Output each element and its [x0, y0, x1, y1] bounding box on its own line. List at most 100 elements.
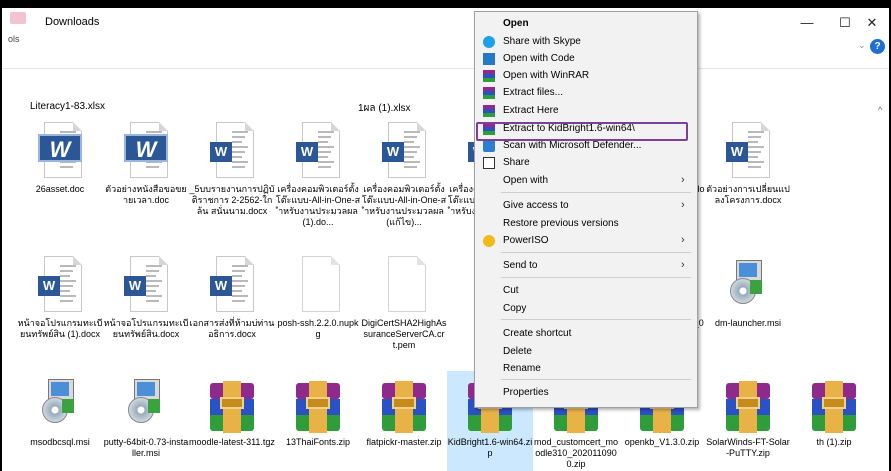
file-view: Literacy1-83.xlsx 1ผล (1).xlsx ^ W 26asse… — [2, 69, 889, 471]
title-bar: Downloads ols — ☐ ✕ — [2, 8, 889, 44]
file-tile[interactable]: W หน้าจอโปรแกรมทะเบียนทรัพย์สิน (1).docx — [17, 252, 103, 370]
menu-item-give-access-to[interactable]: Give access to › — [475, 197, 697, 215]
menu-item-label: Properties — [503, 387, 549, 398]
menu-item-send-to[interactable]: Send to › — [475, 257, 697, 275]
minimize-button[interactable]: — — [788, 10, 826, 36]
file-tile[interactable]: W _5บบรายงานการปฏิบัติราชการ 2-2562-ใกล้น… — [189, 118, 275, 236]
winrar-icon — [483, 87, 495, 99]
menu-item-label: Restore previous versions — [503, 218, 619, 229]
file-label: th (1).zip — [816, 437, 852, 447]
file-tile[interactable]: msodbcsql.msi — [17, 371, 103, 471]
word-docx-icon: W — [210, 122, 254, 178]
menu-item-open-with-code[interactable]: Open with Code — [475, 50, 697, 68]
menu-item-open[interactable]: Open — [475, 15, 697, 33]
file-tile[interactable]: posh-ssh.2.2.0.nupkg — [275, 252, 361, 370]
file-tile[interactable]: 13ThaiFonts.zip — [275, 371, 361, 471]
menu-item-extract-here[interactable]: Extract Here — [475, 102, 697, 120]
file-tile[interactable]: W ตัวอย่างการเปลี่ยนแปลงโครงการ.docx — [705, 118, 791, 236]
scroll-up-arrow-icon[interactable]: ^ — [878, 105, 882, 115]
file-label: mod_customcert_moodle310_2020110900.zip — [533, 437, 619, 469]
file-label: openkb_V1.3.0.zip — [624, 437, 700, 447]
menu-item-cut[interactable]: Cut — [475, 282, 697, 300]
winrar-archive-icon — [296, 375, 340, 433]
menu-item-label: Open — [503, 18, 529, 29]
menu-item-label: Open with — [503, 175, 549, 186]
menu-item-label: Share — [503, 157, 530, 168]
menu-item-open-with-winrar[interactable]: Open with WinRAR — [475, 67, 697, 85]
ribbon-expand-icon[interactable]: ⌄ — [858, 40, 866, 51]
ribbon-tab-tools[interactable]: ols — [8, 34, 20, 44]
skype-icon — [483, 36, 495, 48]
defender-icon — [483, 140, 495, 152]
menu-item-share[interactable]: Share — [475, 154, 697, 172]
context-menu: Open Share with Skype Open with Code Open w… — [474, 11, 698, 408]
menu-item-extract-files[interactable]: Extract files... — [475, 84, 697, 102]
menu-separator — [501, 379, 691, 380]
file-tile[interactable]: putty-64bit-0.73-installer.msi — [103, 371, 189, 471]
menu-separator — [501, 252, 691, 253]
menu-item-label: Scan with Microsoft Defender... — [503, 140, 642, 151]
menu-item-label: Share with Skype — [503, 36, 581, 47]
file-tile[interactable]: dm-launcher.msi — [705, 252, 791, 370]
file-tile[interactable]: flatpickr-master.zip — [361, 371, 447, 471]
menu-item-properties[interactable]: Properties — [475, 384, 697, 402]
file-label: หน้าจอโปรแกรมทะเบียนทรัพย์สิน.docx — [103, 318, 189, 339]
msi-installer-icon — [726, 256, 770, 312]
msi-installer-icon — [124, 375, 168, 431]
word-docx-icon: W — [726, 122, 770, 178]
file-label: dm-launcher.msi — [714, 318, 782, 328]
file-label[interactable]: 1ผล (1).xlsx — [358, 101, 411, 116]
close-button[interactable]: ✕ — [853, 10, 889, 36]
file-tile[interactable]: DigiCertSHA2HighAssuranceServerCA.crt.pe… — [361, 252, 447, 370]
blank-file-icon — [382, 256, 426, 312]
menu-item-label: Open with Code — [503, 53, 575, 64]
file-label: หน้าจอโปรแกรมทะเบียนทรัพย์สิน (1).docx — [17, 318, 103, 339]
menu-item-poweriso[interactable]: PowerISO › — [475, 232, 697, 250]
winrar-icon — [483, 70, 495, 82]
file-label: posh-ssh.2.2.0.nupkg — [277, 318, 359, 339]
file-tile[interactable]: moodle-latest-311.tgz — [189, 371, 275, 471]
menu-separator — [501, 319, 691, 320]
file-tile[interactable]: W หน้าจอโปรแกรมทะเบียนทรัพย์สิน.docx — [103, 252, 189, 370]
file-label: SolarWinds-FT-Solar-PuTTY.zip — [706, 437, 790, 458]
folder-icon — [10, 12, 26, 24]
file-label: putty-64bit-0.73-installer.msi — [103, 437, 189, 458]
file-tile[interactable]: W เครื่องคอมพิวเตอร์ตั้งโต๊ะแบบ-All-in-On… — [361, 118, 447, 236]
help-icon[interactable]: ? — [870, 39, 885, 54]
file-tile[interactable]: th (1).zip — [791, 371, 877, 471]
menu-item-label: Extract Here — [503, 105, 559, 116]
file-tile[interactable]: W 26asset.doc — [17, 118, 103, 236]
menu-item-delete[interactable]: Delete — [475, 343, 697, 361]
file-label: 26asset.doc — [35, 184, 85, 194]
file-label: KidBright1.6-win64.zip — [447, 437, 533, 458]
msi-installer-icon — [38, 375, 82, 431]
file-label: ตัวอย่างการเปลี่ยนแปลงโครงการ.docx — [706, 184, 790, 205]
word-docx-icon: W — [38, 256, 82, 312]
chevron-right-icon: › — [681, 199, 685, 211]
menu-item-copy[interactable]: Copy — [475, 300, 697, 318]
menu-item-label: Open with WinRAR — [503, 70, 590, 81]
menu-item-label: Give access to — [503, 200, 569, 211]
winrar-archive-icon — [382, 375, 426, 433]
menu-item-share-with-skype[interactable]: Share with Skype — [475, 33, 697, 51]
chevron-right-icon: › — [681, 174, 685, 186]
file-tile[interactable]: W เครื่องคอมพิวเตอร์ตั้งโต๊ะแบบ-All-in-On… — [275, 118, 361, 236]
file-tile[interactable]: W เอกสารส่งที่ห้ามบ่ท่านอธิการ.docx — [189, 252, 275, 370]
vscode-icon — [483, 53, 495, 65]
file-label: เอกสารส่งที่ห้ามบ่ท่านอธิการ.docx — [189, 318, 275, 339]
menu-item-label: Send to — [503, 260, 538, 271]
word-docx-icon: W — [296, 122, 340, 178]
file-label[interactable]: Literacy1-83.xlsx — [30, 101, 105, 112]
file-label: ตัวอย่างหนังสือขอขยายเวลา.doc — [105, 184, 187, 205]
winrar-icon — [483, 105, 495, 117]
word-doc-icon: W — [38, 122, 82, 178]
file-label: เครื่องคอมพิวเตอร์ตั้งโต๊ะแบบ-All-in-One… — [275, 184, 361, 227]
menu-item-rename[interactable]: Rename — [475, 360, 697, 378]
file-tile[interactable]: SolarWinds-FT-Solar-PuTTY.zip — [705, 371, 791, 471]
word-docx-icon: W — [124, 256, 168, 312]
file-tile[interactable]: W ตัวอย่างหนังสือขอขยายเวลา.doc — [103, 118, 189, 236]
word-docx-icon: W — [210, 256, 254, 312]
menu-item-restore-previous-versions[interactable]: Restore previous versions — [475, 215, 697, 233]
menu-item-create-shortcut[interactable]: Create shortcut — [475, 325, 697, 343]
menu-item-open-with[interactable]: Open with › — [475, 172, 697, 190]
